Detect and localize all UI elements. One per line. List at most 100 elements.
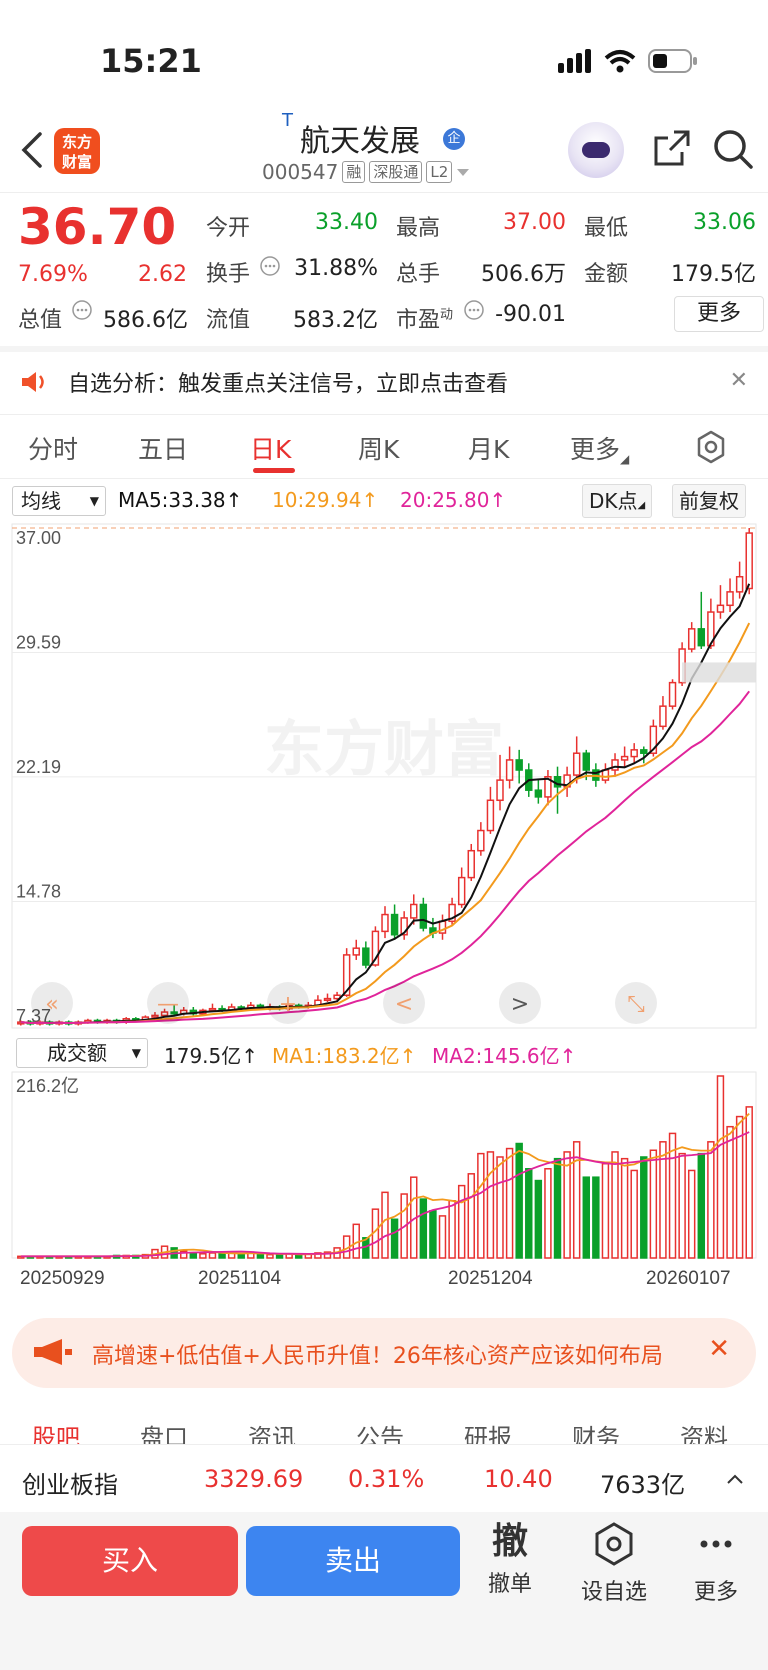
price-band bbox=[682, 662, 756, 683]
dk-point-button[interactable]: DK点◢ bbox=[582, 484, 653, 518]
index-percent: 0.31% bbox=[348, 1465, 425, 1493]
more-quote-button[interactable]: 更多 bbox=[674, 296, 764, 332]
candle bbox=[697, 628, 706, 647]
dropdown-triangle-icon[interactable] bbox=[456, 167, 470, 177]
battery-icon bbox=[648, 49, 697, 73]
content-tabs: 股吧 盘口 资讯 公告 研报 财务 资料 bbox=[0, 1414, 768, 1444]
ma5-line bbox=[20, 583, 751, 1025]
tab-weekly-k[interactable]: 周K bbox=[358, 430, 399, 466]
close-icon[interactable]: ✕ bbox=[730, 368, 748, 393]
chart-nav-icon: — bbox=[157, 992, 179, 1017]
y-tick-label: 29.59 bbox=[16, 633, 61, 653]
volume-bar bbox=[429, 1210, 437, 1259]
volume-bar bbox=[687, 1169, 696, 1259]
ma20-label: 20:25.80↑ bbox=[400, 488, 507, 512]
low-label: 最低 bbox=[584, 216, 629, 241]
volume-chart[interactable]: 216.2亿 20250929 20251104 20251204 20260107 bbox=[0, 1070, 768, 1300]
news-text: 高增速+低估值+人民币升值！26年核心资产应该如何布局 bbox=[92, 1344, 663, 1369]
tab-orderbook[interactable]: 盘口 bbox=[140, 1418, 188, 1444]
info-dots-icon[interactable] bbox=[72, 300, 92, 320]
active-tab-underline bbox=[253, 468, 295, 473]
news-banner[interactable]: 高增速+低估值+人民币升值！26年核心资产应该如何布局 ✕ bbox=[12, 1318, 756, 1388]
candle bbox=[601, 769, 610, 781]
tab-news[interactable]: 资讯 bbox=[248, 1418, 296, 1444]
stock-code-row[interactable]: 000547 融 深股通 L2 bbox=[262, 160, 470, 184]
cancel-order-button[interactable]: 撤 撤单 bbox=[470, 1522, 550, 1598]
chevron-up-icon[interactable] bbox=[726, 1473, 744, 1485]
ma-legend: 均线 ▼ MA5:33.38↑ 10:29.94↑ 20:25.80↑ DK点◢ … bbox=[0, 484, 768, 520]
volume-bar bbox=[275, 1253, 284, 1259]
index-ticker[interactable]: 创业板指 3329.69 0.31% 10.40 7633亿 bbox=[0, 1444, 768, 1512]
info-dots-icon[interactable] bbox=[464, 300, 484, 320]
volume-value-label: 179.5亿↑ bbox=[164, 1044, 259, 1068]
candle bbox=[668, 681, 677, 707]
volume-bar bbox=[640, 1156, 648, 1259]
sell-button[interactable]: 卖出 bbox=[246, 1526, 460, 1596]
status-icons bbox=[558, 48, 698, 74]
total-cap-value: 586.6亿 bbox=[103, 308, 188, 333]
more-actions-button[interactable]: 更多 bbox=[676, 1522, 756, 1606]
candle bbox=[620, 755, 629, 761]
turnover-value: 31.88% bbox=[294, 256, 378, 281]
change-percent: 7.69% bbox=[18, 262, 88, 287]
volume-bar bbox=[601, 1162, 610, 1259]
volume-label: 总手 bbox=[396, 262, 441, 287]
candle bbox=[496, 779, 504, 802]
chart-nav-icon: + bbox=[279, 992, 297, 1017]
search-icon[interactable] bbox=[712, 128, 754, 170]
candle bbox=[572, 752, 581, 776]
app-logo[interactable]: 东方 财富 bbox=[54, 128, 100, 174]
notice-text: 自选分析：触发重点关注信号，立即点击查看 bbox=[68, 372, 509, 397]
tab-more[interactable]: 更多◢ bbox=[570, 430, 629, 466]
analysis-notice[interactable]: 自选分析：触发重点关注信号，立即点击查看 ✕ bbox=[0, 346, 768, 416]
volume-bar bbox=[438, 1215, 447, 1259]
current-price: 36.70 bbox=[18, 198, 177, 256]
candle bbox=[381, 913, 389, 933]
indicator-select[interactable]: 均线 ▼ bbox=[12, 486, 106, 516]
candle bbox=[419, 903, 428, 929]
share-icon[interactable] bbox=[652, 128, 692, 168]
x-tick-label: 20260107 bbox=[646, 1268, 731, 1289]
kline-chart[interactable]: 37.0029.5922.1914.787.37东方财富« — + < > ⤡ bbox=[0, 520, 768, 1032]
status-time: 15:21 bbox=[100, 42, 202, 80]
ma10-label: 10:29.94↑ bbox=[272, 488, 379, 512]
volume-bar bbox=[419, 1198, 428, 1259]
back-icon[interactable] bbox=[18, 130, 48, 170]
candle bbox=[467, 849, 475, 879]
tab-forum[interactable]: 股吧 bbox=[32, 1418, 80, 1444]
assistant-robot-icon[interactable] bbox=[568, 122, 624, 178]
amount-label: 金额 bbox=[584, 262, 629, 287]
volume-bar bbox=[505, 1147, 514, 1259]
candle bbox=[323, 997, 332, 1002]
volume-indicator-select[interactable]: 成交额 ▼ bbox=[16, 1038, 148, 1068]
settings-gear-icon[interactable] bbox=[694, 430, 728, 464]
tab-five-day[interactable]: 五日 bbox=[138, 430, 188, 466]
volume-bar bbox=[218, 1253, 226, 1259]
adjust-button[interactable]: 前复权 bbox=[672, 484, 746, 518]
candle bbox=[687, 628, 696, 650]
tabs-divider bbox=[0, 478, 768, 479]
ma5-label: MA5:33.38↑ bbox=[118, 488, 243, 512]
close-icon[interactable]: ✕ bbox=[708, 1334, 730, 1364]
pe-label: 市盈动 bbox=[396, 307, 454, 333]
info-dots-icon[interactable] bbox=[260, 256, 280, 276]
tab-announcements[interactable]: 公告 bbox=[356, 1418, 404, 1444]
tab-daily-k[interactable]: 日K bbox=[250, 430, 291, 466]
buy-button[interactable]: 买入 bbox=[22, 1526, 238, 1596]
chart-nav-icon: ⤡ bbox=[627, 992, 645, 1017]
tab-monthly-k[interactable]: 月K bbox=[468, 430, 509, 466]
volume-bar bbox=[726, 1125, 734, 1259]
y-tick-label: 14.78 bbox=[16, 881, 61, 901]
volume-bar bbox=[525, 1168, 533, 1259]
tab-finance[interactable]: 财务 bbox=[572, 1418, 620, 1444]
x-tick-label: 20251104 bbox=[198, 1268, 282, 1289]
pe-value: -90.01 bbox=[495, 302, 566, 327]
tab-profile[interactable]: 资料 bbox=[680, 1418, 728, 1444]
float-cap-value: 583.2亿 bbox=[293, 308, 378, 333]
open-value: 33.40 bbox=[315, 210, 378, 235]
connect-tag: 深股通 bbox=[369, 161, 423, 183]
tab-research[interactable]: 研报 bbox=[464, 1418, 512, 1444]
candle bbox=[352, 947, 360, 956]
tab-intraday[interactable]: 分时 bbox=[28, 430, 78, 466]
add-watchlist-button[interactable]: 设自选 bbox=[574, 1522, 654, 1606]
